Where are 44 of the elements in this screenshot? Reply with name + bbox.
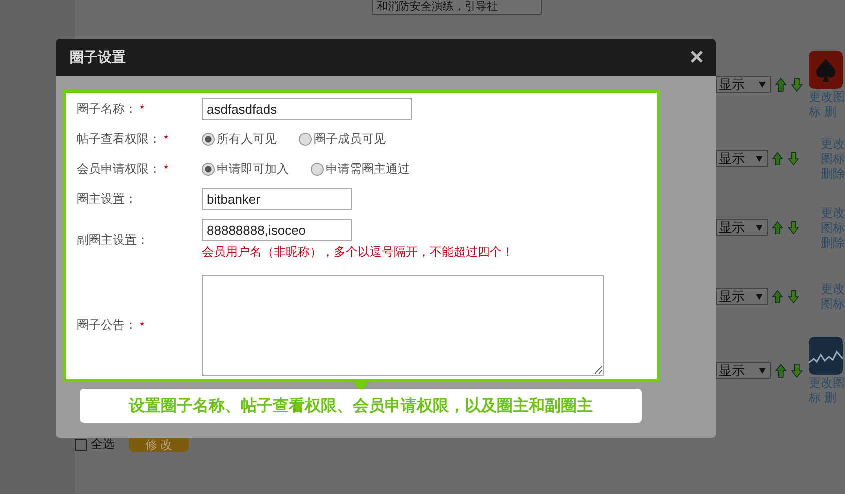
caret-icon [758,82,766,88]
tip-banner: 设置圈子名称、帖子查看权限、会员申请权限，以及圈主和副圈主 [80,389,642,423]
down-arrow-icon[interactable] [790,362,803,378]
visibility-select[interactable]: 显示 [716,150,768,167]
field-label: 会员申请权限： * [77,160,170,178]
up-arrow-icon[interactable] [774,362,787,378]
down-arrow-icon[interactable] [788,220,799,236]
radio-option[interactable]: 申请需圈主通过 [311,160,410,178]
radio-option[interactable]: 所有人可见 [202,130,277,148]
caret-icon [758,368,766,374]
down-arrow-icon[interactable] [790,76,803,92]
radio-option[interactable]: 申请即可加入 [202,160,289,178]
down-arrow-icon[interactable] [788,288,799,304]
up-arrow-icon[interactable] [774,76,787,92]
announcement-field[interactable] [202,275,604,376]
visibility-select[interactable]: 显示 [716,362,771,379]
visibility-select[interactable]: 显示 [716,288,768,305]
visibility-select[interactable]: 显示 [716,76,771,93]
chart-icon [808,336,843,374]
close-button[interactable]: × [690,48,704,68]
field-label: 圈子名称： * [77,100,146,118]
spade-icon [808,50,843,88]
hint-text: 会员用户名（非昵称），多个以逗号隔开，不能超过四个！ [202,244,514,261]
up-arrow-icon[interactable] [772,150,784,166]
field-label: 帖子查看权限： * [77,130,170,148]
field-label: 圈子公告： * [77,317,146,334]
visibility-select[interactable]: 显示 [716,219,768,236]
field-label: 圈主设置： [77,190,138,208]
field-label: 副圈主设置： [77,232,150,248]
text-field[interactable]: 88888888,isoceo [202,219,352,241]
caret-icon [756,224,764,230]
select-all-label: 全选 [91,437,115,451]
text-field[interactable]: bitbanker [202,188,352,210]
caret-icon [756,156,764,162]
radio-option[interactable]: 圈子成员可见 [299,130,386,148]
caret-icon [756,294,764,300]
select-all-checkbox[interactable] [75,439,87,451]
down-arrow-icon[interactable] [788,150,799,166]
dialog-title: 圈子设置 [70,48,126,66]
up-arrow-icon[interactable] [772,288,784,304]
text-field[interactable]: asdfasdfads [202,98,412,120]
notice-textarea[interactable]: 和消防安全演练，引导社 [372,0,542,15]
up-arrow-icon[interactable] [772,220,784,236]
modify-button[interactable]: 修 改 [129,437,189,452]
